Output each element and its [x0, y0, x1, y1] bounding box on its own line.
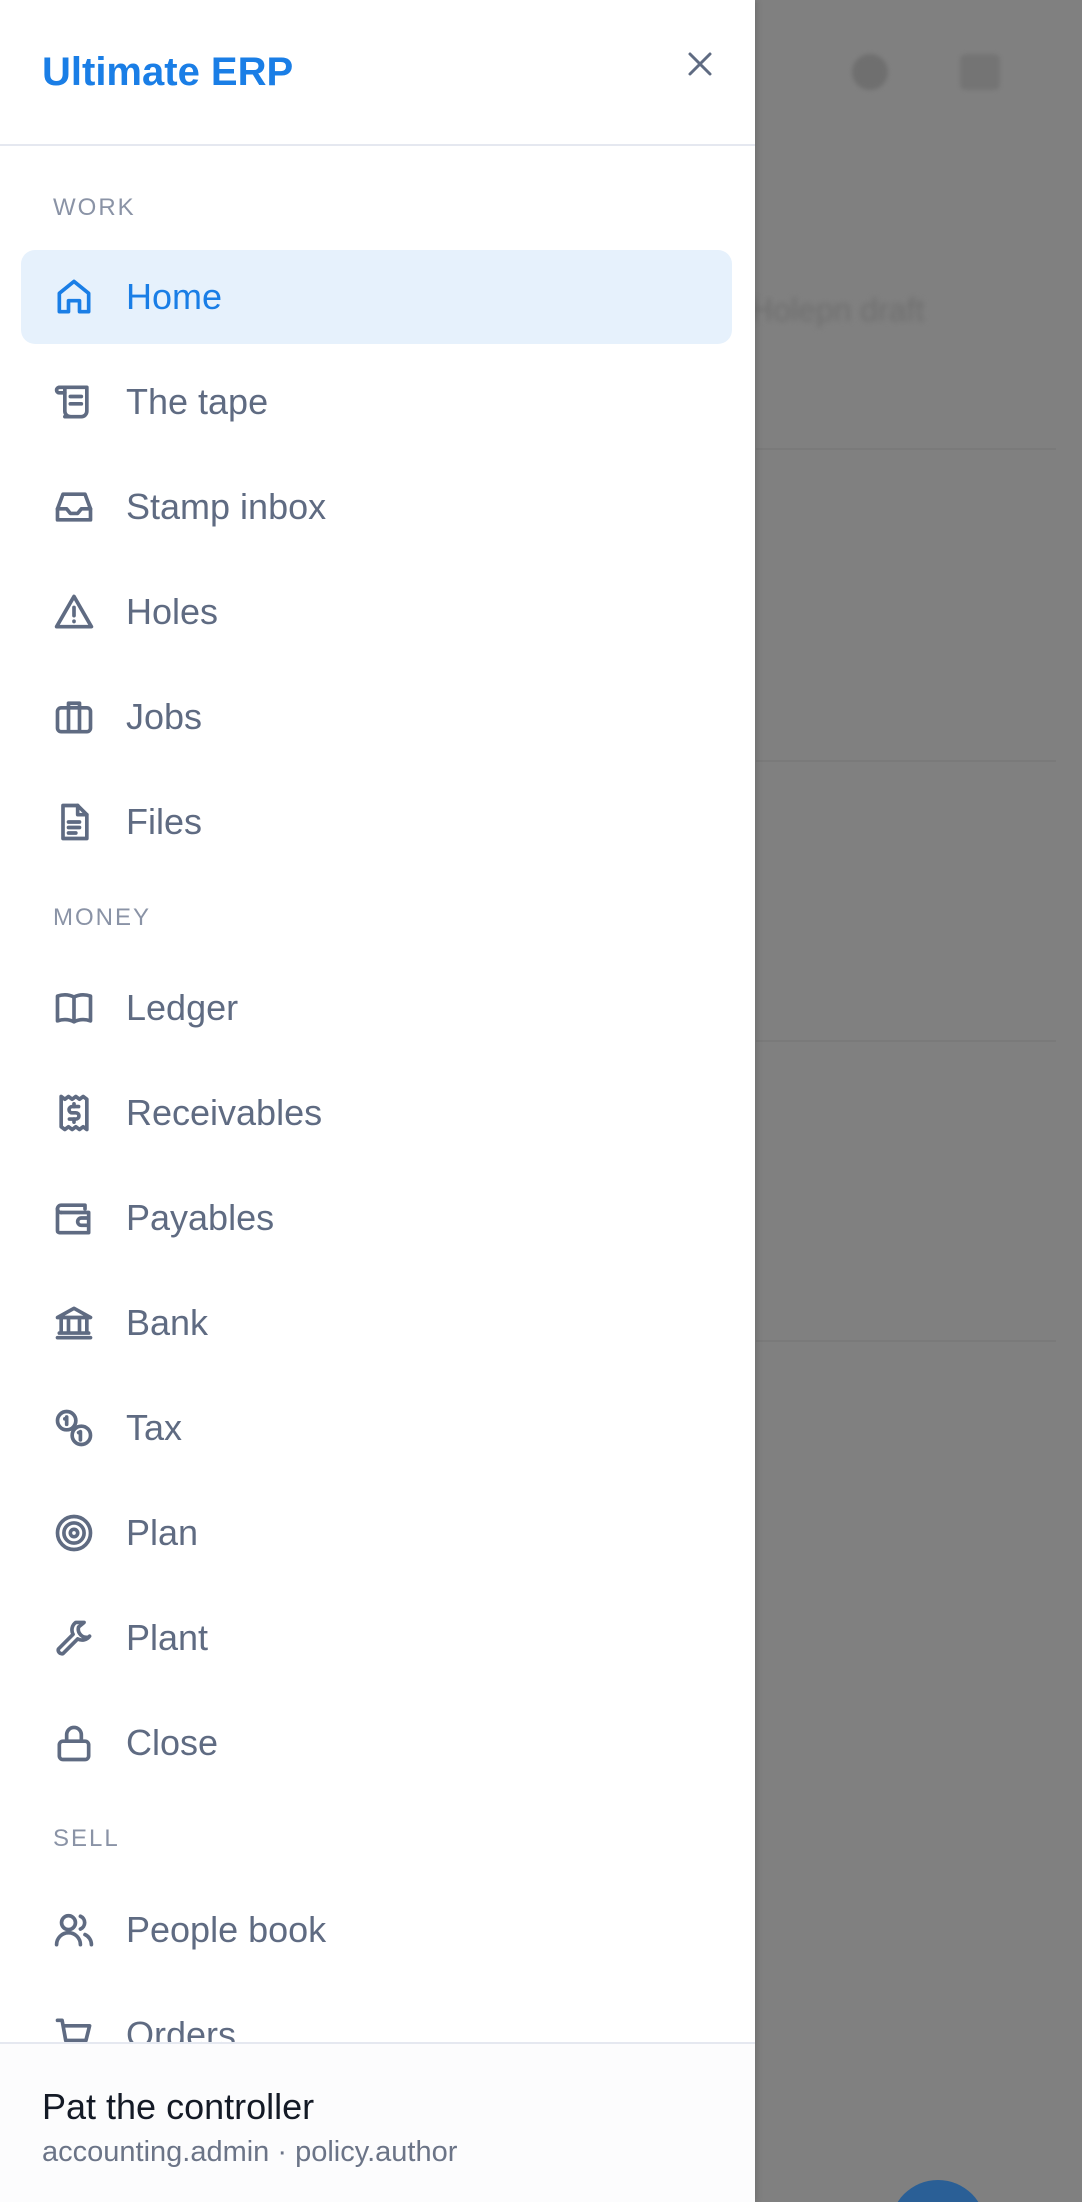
sidebar-item-receivables[interactable]: Receivables: [21, 1066, 732, 1160]
book-open-icon: [52, 986, 96, 1030]
sidebar-item-label: Plan: [126, 1512, 199, 1553]
sidebar-item-people-book[interactable]: People book: [21, 1883, 732, 1977]
section-label-sell: SELL: [53, 1825, 120, 1852]
sidebar-item-label: Stamp inbox: [126, 486, 327, 527]
sidebar-item-label: Jobs: [126, 696, 203, 737]
file-text-icon: [52, 800, 96, 844]
sidebar-item-files[interactable]: Files: [21, 775, 732, 869]
close-icon: [688, 52, 712, 76]
receipt-icon: [52, 1091, 96, 1135]
background-divider: [756, 760, 1056, 762]
wrench-icon: [52, 1616, 96, 1660]
sidebar-item-plant[interactable]: Plant: [21, 1591, 732, 1685]
scroll-icon: [52, 380, 96, 424]
sidebar-item-label: Holes: [126, 591, 219, 632]
wallet-icon: [52, 1196, 96, 1240]
sidebar-item-jobs[interactable]: Jobs: [21, 670, 732, 764]
sidebar-item-label: People book: [126, 1909, 327, 1950]
coins-icon: [52, 1406, 96, 1450]
background-divider: [756, 1340, 1056, 1342]
home-icon: [52, 275, 96, 319]
sidebar-item-label: Payables: [126, 1197, 275, 1238]
background-divider: [756, 1040, 1056, 1042]
background-divider: [756, 448, 1056, 450]
sidebar-item-label: The tape: [126, 381, 269, 422]
sidebar-item-ledger[interactable]: Ledger: [21, 961, 732, 1055]
alert-triangle-icon: [52, 590, 96, 634]
sidebar-item-label: Bank: [126, 1302, 209, 1343]
cart-icon: [52, 2013, 96, 2042]
sidebar-item-label: Plant: [126, 1617, 209, 1658]
section-label-work: WORK: [53, 194, 136, 221]
lock-icon: [52, 1721, 96, 1765]
sidebar-item-label: Close: [126, 1722, 219, 1763]
sidebar-item-label: Tax: [126, 1407, 183, 1448]
app-title: Ultimate ERP: [42, 50, 294, 94]
sidebar-nav: WORK Home The tape Stamp inbox Holes Job…: [0, 148, 755, 2042]
sidebar-item-bank[interactable]: Bank: [21, 1276, 732, 1370]
nav-drawer: Ultimate ERP WORK Home The tape Stamp in…: [0, 0, 755, 2202]
sidebar-item-holes[interactable]: Holes: [21, 565, 732, 659]
background-logout-icon: [960, 54, 1000, 90]
user-profile[interactable]: Pat the controller accounting.admin · po…: [0, 2042, 755, 2202]
bank-icon: [52, 1301, 96, 1345]
sidebar-item-label: Ledger: [126, 987, 239, 1028]
sidebar-item-tax[interactable]: Tax: [21, 1381, 732, 1475]
section-label-money: MONEY: [53, 904, 152, 931]
sidebar-item-label: Files: [126, 801, 203, 842]
sidebar-item-label: Home: [126, 276, 223, 317]
briefcase-icon: [52, 695, 96, 739]
background-heading: Holepn draft: [750, 292, 925, 328]
user-name: Pat the controller: [42, 2086, 315, 2127]
sidebar-item-plan[interactable]: Plan: [21, 1486, 732, 1580]
target-icon: [52, 1511, 96, 1555]
sidebar-item-payables[interactable]: Payables: [21, 1171, 732, 1265]
close-drawer-button[interactable]: [680, 44, 720, 84]
sidebar-item-label: Receivables: [126, 1092, 323, 1133]
user-roles: accounting.admin · policy.author: [42, 2136, 458, 2168]
background-fab: [890, 2180, 986, 2202]
sidebar-item-stamp-inbox[interactable]: Stamp inbox: [21, 460, 732, 554]
sidebar-item-close[interactable]: Close: [21, 1696, 732, 1790]
inbox-icon: [52, 485, 96, 529]
drawer-header: Ultimate ERP: [0, 0, 755, 146]
sidebar-item-label: Orders: [126, 2014, 237, 2042]
users-icon: [52, 1908, 96, 1952]
sidebar-item-the-tape[interactable]: The tape: [21, 355, 732, 449]
sidebar-item-home[interactable]: Home: [21, 250, 732, 344]
sidebar-item-orders[interactable]: Orders: [21, 1988, 732, 2042]
background-bell-icon: [852, 54, 888, 90]
